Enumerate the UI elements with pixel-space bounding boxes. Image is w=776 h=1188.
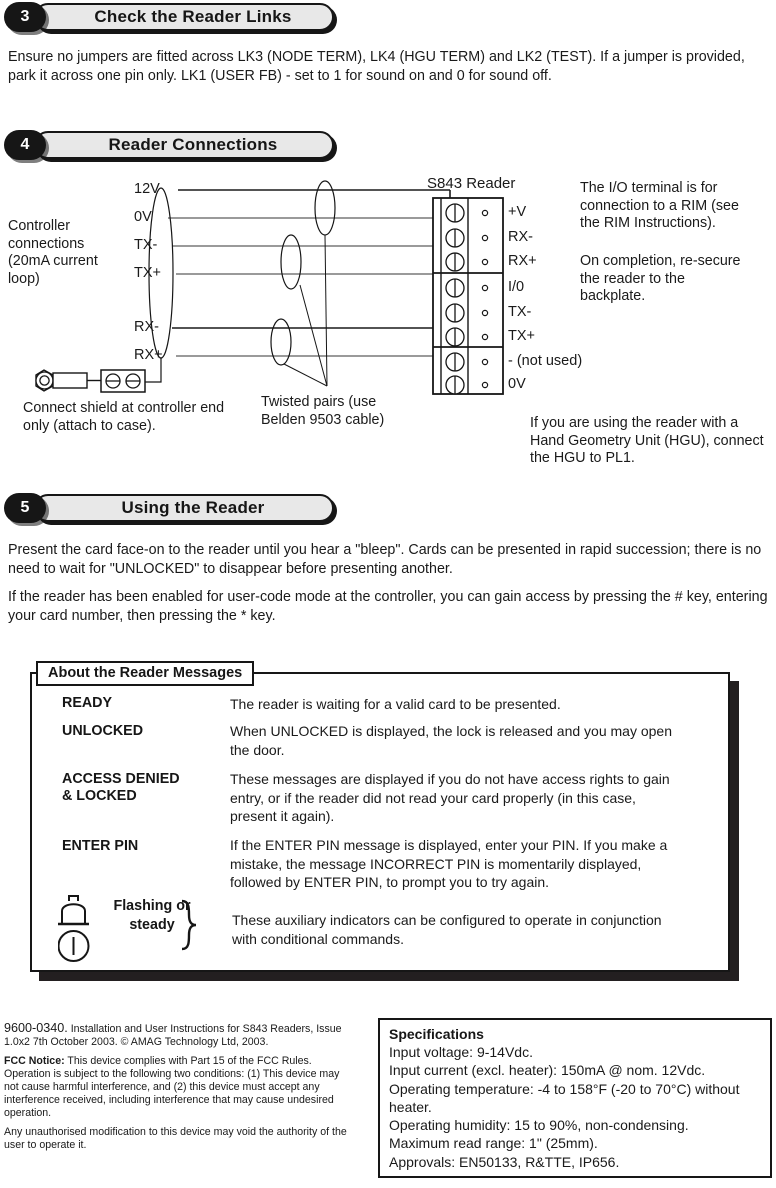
- footer-doc-line: 9600-0340. Installation and User Instruc…: [4, 1022, 356, 1049]
- reader-terminal-0v: 0V: [508, 376, 526, 392]
- message-term-unlocked: UNLOCKED: [62, 723, 144, 739]
- step-title-3: Check the Reader Links: [94, 7, 292, 26]
- specifications-box: Specifications Input voltage: 9-14Vdc. I…: [378, 1018, 772, 1178]
- footer-modification-text: Any unauthorised modification to this de…: [4, 1126, 347, 1151]
- step-number-5: 5: [20, 499, 30, 516]
- auxiliary-indicator-description: These auxiliary indicators can be config…: [232, 912, 662, 947]
- footer-legal: 9600-0340. Installation and User Instruc…: [4, 1022, 356, 1158]
- controller-terminal-rx-plus: RX+: [134, 347, 163, 363]
- message-desc-ready: The reader is waiting for a valid card t…: [230, 696, 561, 712]
- io-terminal-note: The I/O terminal is for connection to a …: [580, 180, 739, 231]
- message-term-enter-pin: ENTER PIN: [62, 838, 139, 854]
- message-desc-enter-pin: If the ENTER PIN message is displayed, e…: [230, 837, 668, 890]
- spec-input-voltage: Input voltage: 9-14Vdc.: [389, 1044, 533, 1060]
- step-badge-4: 4: [4, 130, 46, 160]
- message-desc-access-denied: These messages are displayed if you do n…: [230, 771, 670, 824]
- hgu-note: If you are using the reader with a Hand …: [530, 415, 764, 466]
- footer-fcc-label: FCC Notice:: [4, 1055, 65, 1067]
- reader-terminal-rx-plus: RX+: [508, 253, 537, 269]
- step-header-4: Reader Connections 4: [0, 130, 340, 163]
- message-desc-unlocked: When UNLOCKED is displayed, the lock is …: [230, 723, 672, 758]
- spec-max-read-range: Maximum read range: 1" (25mm).: [389, 1135, 598, 1152]
- auxiliary-indicator-label: Flashing or steady: [113, 898, 191, 933]
- step-title-4: Reader Connections: [108, 135, 278, 154]
- step-bar-3: Check the Reader Links: [34, 3, 334, 31]
- step-header-3: Check the Reader Links 3: [0, 2, 340, 35]
- controller-terminal-rx-minus: RX-: [134, 319, 159, 335]
- shield-screw-terminal: [100, 369, 146, 393]
- controller-terminal-tx-plus: TX+: [134, 265, 161, 281]
- reader-terminal-tx-minus: TX-: [508, 304, 532, 320]
- controller-terminal-tx-minus: TX-: [134, 237, 158, 253]
- step3-paragraph: Ensure no jumpers are fitted across LK3 …: [8, 49, 745, 84]
- step5-paragraph-1: Present the card face-on to the reader u…: [8, 542, 762, 577]
- step-number-3: 3: [20, 8, 30, 25]
- reader-connections-diagram: 12V 0V TX- TX+ RX- RX+ Controller connec…: [0, 170, 776, 470]
- reader-terminal-tx-plus: TX+: [508, 328, 535, 344]
- spec-input-current: Input current (excl. heater): 150mA @ no…: [389, 1062, 706, 1079]
- led-indicator-icon: [58, 930, 90, 962]
- spec-approvals: Approvals: EN50133, R&TTE, IP656.: [389, 1153, 620, 1170]
- resecure-note: On completion, re-secure the reader to t…: [580, 253, 741, 304]
- twisted-pairs-note: Twisted pairs (use Belden 9503 cable): [261, 394, 385, 428]
- step5-paragraph-2: If the reader has been enabled for user-…: [8, 589, 768, 624]
- step-header-5: Using the Reader 5: [0, 493, 340, 526]
- reader-terminal-io: I/0: [508, 279, 525, 295]
- reader-terminal-not-used: - (not used): [508, 353, 583, 369]
- shield-note: Connect shield at controller end only (a…: [23, 400, 225, 434]
- document-page: Check the Reader Links 3 Ensure no jumpe…: [0, 0, 776, 1188]
- step-title-5: Using the Reader: [121, 498, 265, 517]
- controller-terminal-0v: 0V: [134, 209, 152, 225]
- spec-operating-humidity: Operating humidity: 15 to 90%, non-conde…: [389, 1117, 689, 1134]
- footer-fcc-notice: FCC Notice: This device complies with Pa…: [4, 1055, 356, 1120]
- step-badge-3: 3: [4, 2, 46, 32]
- spec-operating-temperature: Operating temperature: -4 to 158°F (-20 …: [389, 1080, 740, 1115]
- footer-doc-code: 9600-0340.: [4, 1021, 68, 1035]
- step-number-4: 4: [20, 136, 30, 153]
- step-bar-4: Reader Connections: [34, 131, 334, 159]
- specifications-title: Specifications: [389, 1026, 484, 1042]
- step-bar-5: Using the Reader: [34, 494, 334, 522]
- reader-terminal-v-plus: +V: [508, 204, 527, 220]
- buzzer-icon: [58, 895, 89, 926]
- message-term-ready: READY: [62, 695, 113, 711]
- reader-terminal-rx-minus: RX-: [508, 229, 533, 245]
- shield-ring-terminal: [35, 369, 101, 392]
- reader-title: S843 Reader: [427, 175, 516, 192]
- controller-connections-caption: Controller connections (20mA current loo…: [8, 218, 98, 287]
- controller-terminal-12v: 12V: [134, 181, 160, 197]
- message-term-access-denied: ACCESS DENIED & LOCKED: [62, 771, 180, 804]
- step-badge-5: 5: [4, 493, 46, 523]
- terminal-block: [432, 197, 504, 395]
- reader-messages-title: About the Reader Messages: [36, 661, 255, 686]
